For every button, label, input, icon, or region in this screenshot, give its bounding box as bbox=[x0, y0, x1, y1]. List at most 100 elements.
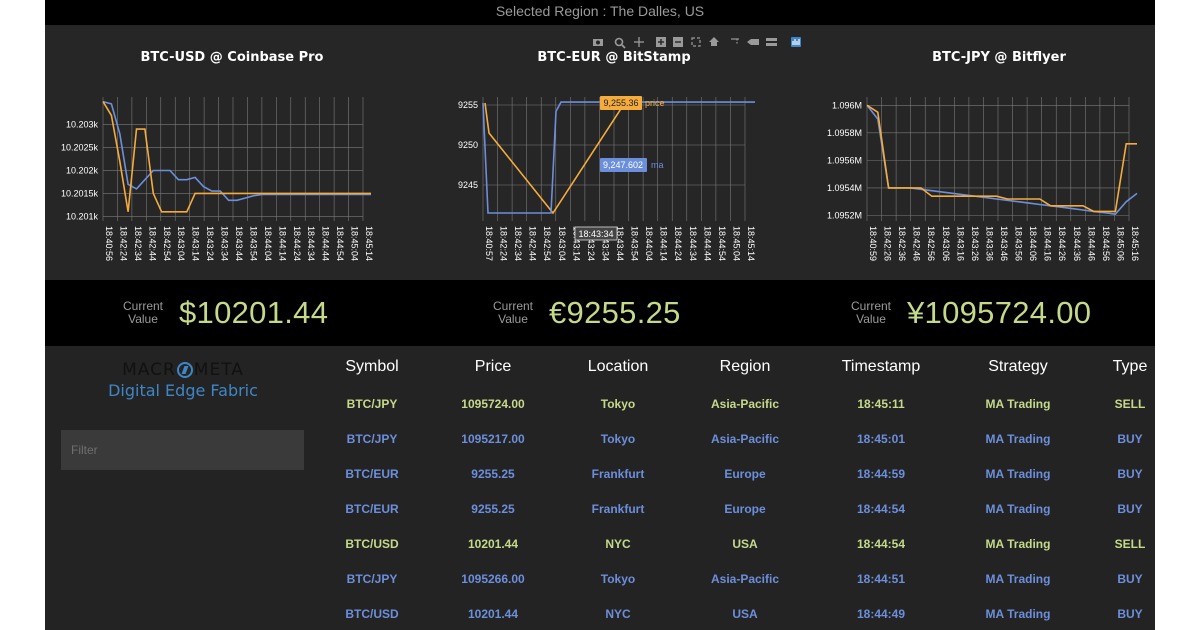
charts-panel: BTC-USD @ Coinbase Pro 18:40:56 18:42:24 18… bbox=[45, 25, 1155, 280]
current-value-usd: Current Value $10201.44 bbox=[123, 280, 328, 346]
cell-type: BUY bbox=[1117, 432, 1143, 446]
current-value-label: Current Value bbox=[851, 299, 892, 326]
column-header-strategy[interactable]: Strategy bbox=[988, 358, 1048, 376]
x-tick-label: 18:45:04 bbox=[731, 226, 741, 261]
chart-title: BTC-USD @ Coinbase Pro bbox=[141, 50, 324, 65]
svg-text:price: price bbox=[645, 98, 665, 108]
x-tick-label: 18:44:06 bbox=[1028, 226, 1038, 261]
column-header-symbol[interactable]: Symbol bbox=[345, 358, 398, 376]
column-header-region[interactable]: Region bbox=[720, 358, 771, 376]
cell-type: BUY bbox=[1117, 607, 1143, 621]
cell-symbol: BTC/EUR bbox=[345, 502, 399, 516]
y-tick-label: 1.0952M bbox=[827, 210, 862, 220]
cell-timestamp: 18:45:01 bbox=[856, 432, 906, 446]
x-tick-label: 18:44:24 bbox=[673, 226, 683, 261]
cell-location: NYC bbox=[605, 607, 631, 621]
chart-0[interactable]: BTC-USD @ Coinbase Pro 18:40:56 18:42:24 18… bbox=[61, 50, 374, 261]
svg-text:ma: ma bbox=[651, 160, 664, 170]
cell-strategy: MA Trading bbox=[985, 432, 1051, 446]
x-tick-label: 18:43:54 bbox=[630, 226, 640, 261]
plotly-logo-icon[interactable] bbox=[791, 37, 801, 47]
cell-symbol: BTC/EUR bbox=[345, 467, 399, 481]
x-tick-label: 18:42:36 bbox=[897, 226, 907, 261]
current-values-panel: Current Value $10201.44 Current Value €925… bbox=[45, 280, 1155, 346]
cell-symbol: BTC/JPY bbox=[346, 432, 398, 446]
hover-compare-icon[interactable] bbox=[766, 38, 777, 46]
column-header-timestamp[interactable]: Timestamp bbox=[842, 358, 921, 376]
x-tick-label: 18:44:34 bbox=[306, 226, 316, 261]
cell-strategy: MA Trading bbox=[985, 467, 1051, 481]
x-tick-label: 18:42:56 bbox=[926, 226, 936, 261]
spike-lines-icon[interactable] bbox=[731, 38, 739, 45]
column-header-price[interactable]: Price bbox=[475, 358, 511, 376]
x-tick-label: 18:43:26 bbox=[970, 226, 980, 261]
home-icon[interactable] bbox=[709, 37, 719, 46]
x-tick-label: 18:42:24 bbox=[499, 226, 509, 261]
pan-icon[interactable] bbox=[634, 37, 644, 47]
y-tick-label: 10.2015k bbox=[61, 188, 99, 198]
current-value-eur: Current Value €9255.25 bbox=[493, 280, 681, 346]
trades-table: Symbol Price Location Region Timestamp Strate… bbox=[45, 346, 1155, 630]
zoom-in-icon[interactable] bbox=[656, 37, 666, 47]
column-header-type[interactable]: Type bbox=[1113, 358, 1148, 376]
charts-svg: BTC-USD @ Coinbase Pro 18:40:56 18:42:24 18… bbox=[61, 37, 1140, 261]
column-header-location[interactable]: Location bbox=[588, 358, 649, 376]
cell-region: Asia-Pacific bbox=[710, 397, 780, 411]
hover-closest-icon[interactable] bbox=[747, 39, 759, 45]
chart-title: BTC-EUR @ BitStamp bbox=[537, 50, 690, 65]
x-tick-label: 18:43:04 bbox=[557, 226, 567, 261]
cell-region: Europe bbox=[724, 467, 766, 481]
cell-location: Tokyo bbox=[600, 397, 636, 411]
x-tick-label: 18:40:59 bbox=[868, 226, 878, 261]
camera-icon[interactable] bbox=[593, 39, 603, 46]
x-tick-label: 18:45:04 bbox=[350, 226, 360, 261]
x-tick-label: 18:42:54 bbox=[542, 226, 552, 261]
x-tick-label: 18:44:14 bbox=[659, 226, 669, 261]
y-tick-label: 9255 bbox=[458, 100, 478, 110]
current-value-amount: ¥1095724.00 bbox=[907, 295, 1092, 330]
x-tick-label: 18:40:56 bbox=[104, 226, 114, 261]
zoom-icon[interactable] bbox=[614, 37, 626, 49]
cell-timestamp: 18:44:49 bbox=[856, 607, 906, 621]
chart-1[interactable]: BTC-EUR @ BitStamp 18:40:57 18:42:24 18:42:… bbox=[458, 50, 756, 261]
x-tick-label: 18:44:44 bbox=[321, 226, 331, 261]
current-value-amount: €9255.25 bbox=[549, 295, 681, 330]
cell-strategy: MA Trading bbox=[985, 607, 1051, 621]
cell-region: Europe bbox=[724, 502, 766, 516]
autoscale-icon[interactable] bbox=[691, 37, 701, 47]
zoom-out-icon[interactable] bbox=[673, 37, 683, 47]
cell-location: Frankfurt bbox=[591, 467, 645, 481]
x-tick-label: 18:44:16 bbox=[1043, 226, 1053, 261]
x-tick-label: 18:40:57 bbox=[484, 226, 494, 261]
x-tick-label: 18:44:26 bbox=[1057, 226, 1067, 261]
x-tick-label: 18:44:46 bbox=[1086, 226, 1096, 261]
x-tick-label: 18:43:44 bbox=[234, 226, 244, 261]
y-tick-label: 1.0956M bbox=[827, 155, 862, 165]
x-tick-label: 18:42:44 bbox=[147, 226, 157, 261]
x-tick-label: 18:44:14 bbox=[277, 226, 287, 261]
x-tick-label: 18:44:04 bbox=[644, 226, 654, 261]
y-tick-label: 10.203k bbox=[66, 120, 99, 130]
y-tick-label: 1.0958M bbox=[827, 128, 862, 138]
svg-text:18:43:34: 18:43:34 bbox=[578, 229, 613, 239]
x-tick-label: 18:43:34 bbox=[220, 226, 230, 261]
y-tick-label: 9250 bbox=[458, 140, 478, 150]
cell-price: 9255.25 bbox=[471, 502, 515, 516]
x-tick-label: 18:45:06 bbox=[1115, 226, 1125, 261]
cell-timestamp: 18:44:59 bbox=[856, 467, 906, 481]
series-line bbox=[102, 100, 371, 202]
svg-text:9,247.602: 9,247.602 bbox=[603, 160, 643, 170]
cell-location: Frankfurt bbox=[591, 502, 645, 516]
chart-2[interactable]: BTC-JPY @ Bitflyer 18:40:59 18:42:26 18:42:… bbox=[827, 50, 1140, 261]
y-tick-label: 1.0954M bbox=[827, 183, 862, 193]
x-tick-label: 18:44:24 bbox=[292, 226, 302, 261]
cell-type: BUY bbox=[1117, 572, 1143, 586]
dashboard: Selected Region : The Dalles, US BTC-USD… bbox=[45, 0, 1155, 630]
selected-region: Selected Region : The Dalles, US bbox=[45, 0, 1155, 25]
chart-toolbar[interactable] bbox=[593, 37, 801, 49]
cell-type: SELL bbox=[1114, 397, 1146, 411]
series-line bbox=[102, 101, 371, 213]
x-tick-label: 18:43:16 bbox=[955, 226, 965, 261]
cell-type: BUY bbox=[1117, 502, 1143, 516]
x-tick-label: 18:44:56 bbox=[1101, 226, 1111, 261]
